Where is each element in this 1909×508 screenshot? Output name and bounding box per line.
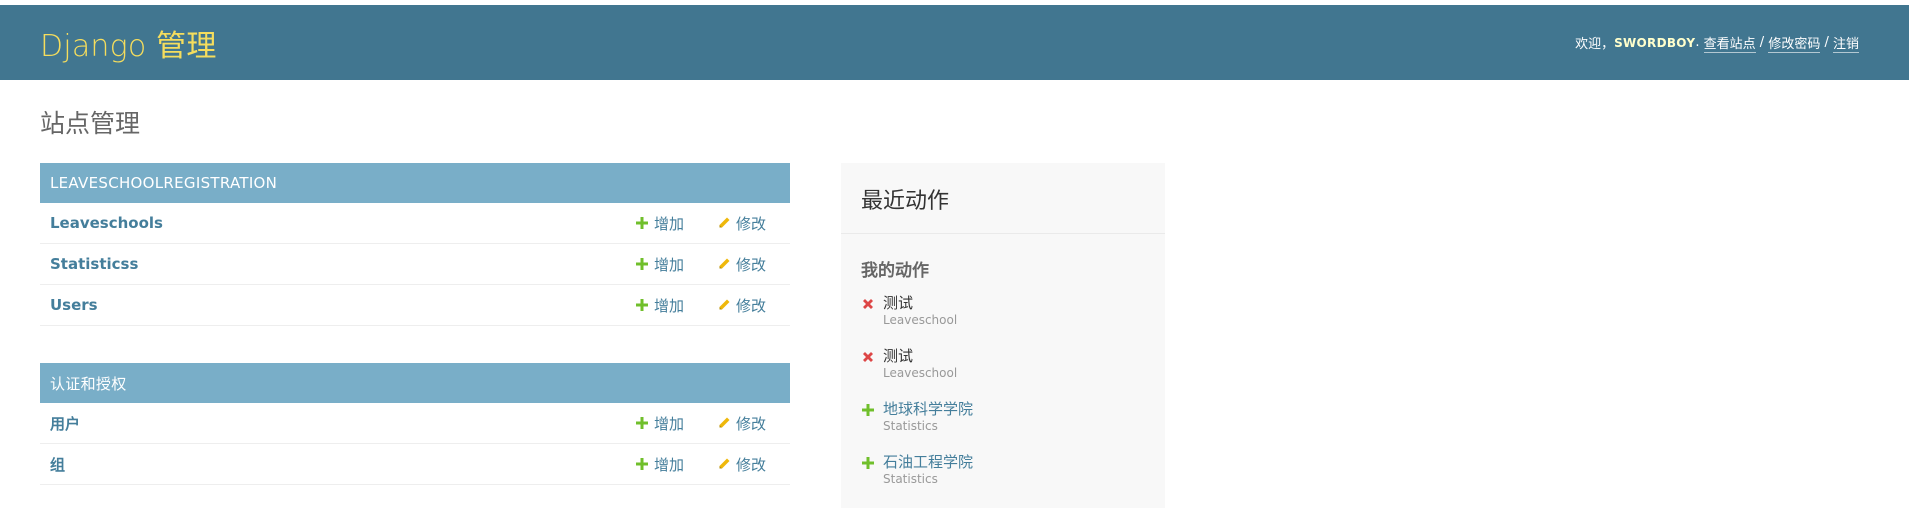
- pencil-icon: [719, 458, 730, 469]
- model-link[interactable]: Statisticss: [50, 255, 138, 273]
- model-row-leaveschools: Leaveschools 增加 修改: [40, 203, 790, 244]
- plus-icon: [862, 457, 874, 469]
- action-content-type: Leaveschool: [883, 366, 958, 380]
- change-password-link[interactable]: 修改密码: [1768, 33, 1821, 53]
- change-link[interactable]: 修改: [717, 295, 766, 316]
- action-entry: 测试: [883, 347, 914, 365]
- recent-actions-title: 最近动作: [841, 163, 1165, 234]
- change-link[interactable]: 修改: [717, 454, 766, 475]
- change-label: 修改: [736, 414, 767, 433]
- change-label: 修改: [736, 214, 767, 233]
- action-entry-link[interactable]: 石油工程学院: [883, 452, 1145, 472]
- add-label: 增加: [654, 455, 685, 474]
- plus-icon: [636, 258, 648, 270]
- action-item: 石油工程学院 Statistics: [861, 452, 1145, 505]
- model-row-users-cn: 用户 增加 修改: [40, 403, 790, 444]
- separator: .: [1695, 35, 1704, 50]
- change-label: 修改: [736, 255, 767, 274]
- logout-link[interactable]: 注销: [1832, 33, 1859, 53]
- model-row-users: Users 增加 修改: [40, 285, 790, 326]
- action-content-type: Statistics: [883, 472, 938, 486]
- action-entry: 测试: [883, 294, 914, 312]
- action-content-type: Leaveschool: [883, 313, 958, 327]
- app-caption[interactable]: 认证和授权: [40, 363, 790, 403]
- add-label: 增加: [654, 296, 685, 315]
- plus-icon: [636, 458, 648, 470]
- change-link[interactable]: 修改: [717, 254, 766, 275]
- my-actions-title: 我的动作: [861, 261, 929, 281]
- actions-list: 测试 Leaveschool 测试 Leaveschool 地球科学学院 Sta…: [841, 281, 1165, 505]
- action-item: 测试 Leaveschool: [861, 346, 1145, 399]
- model-link[interactable]: 组: [50, 454, 65, 475]
- welcome-text: 欢迎，: [1575, 37, 1615, 52]
- change-label: 修改: [736, 296, 767, 315]
- username: SWORDBOY: [1614, 35, 1696, 50]
- plus-icon: [636, 417, 648, 429]
- add-link[interactable]: 增加: [635, 213, 684, 234]
- change-link[interactable]: 修改: [717, 413, 766, 434]
- add-label: 增加: [654, 255, 685, 274]
- page-title: 站点管理: [40, 109, 141, 138]
- x-icon: [863, 352, 873, 362]
- add-label: 增加: [654, 214, 685, 233]
- plus-icon: [636, 299, 648, 311]
- x-icon: [863, 299, 873, 309]
- add-link[interactable]: 增加: [635, 454, 684, 475]
- action-content-type: Statistics: [883, 419, 938, 433]
- action-item: 测试 Leaveschool: [861, 293, 1145, 346]
- model-row-statisticss: Statisticss 增加 修改: [40, 244, 790, 285]
- separator: /: [1820, 35, 1833, 50]
- recent-actions-panel: 最近动作 我的动作 测试 Leaveschool 测试 Leaveschool …: [841, 163, 1165, 508]
- model-link[interactable]: Users: [50, 296, 98, 314]
- pencil-icon: [719, 258, 730, 269]
- model-row-groups-cn: 组 增加 修改: [40, 444, 790, 485]
- view-site-link[interactable]: 查看站点: [1703, 33, 1756, 53]
- pencil-icon: [719, 299, 730, 310]
- add-link[interactable]: 增加: [635, 413, 684, 434]
- change-link[interactable]: 修改: [717, 213, 766, 234]
- pencil-icon: [719, 217, 730, 228]
- plus-icon: [636, 217, 648, 229]
- add-link[interactable]: 增加: [635, 295, 684, 316]
- plus-icon: [862, 404, 874, 416]
- action-entry-link[interactable]: 地球科学学院: [883, 399, 1145, 419]
- pencil-icon: [719, 417, 730, 428]
- change-label: 修改: [736, 455, 767, 474]
- app-caption[interactable]: LEAVESCHOOLREGISTRATION: [40, 163, 790, 203]
- add-link[interactable]: 增加: [635, 254, 684, 275]
- header: Django 管理 欢迎， SWORDBOY . 查看站点 / 修改密码 / 注…: [0, 5, 1909, 80]
- model-link[interactable]: 用户: [50, 413, 80, 434]
- action-item: 地球科学学院 Statistics: [861, 399, 1145, 452]
- separator: /: [1755, 35, 1769, 50]
- model-link[interactable]: Leaveschools: [50, 214, 163, 232]
- app-module-auth: 认证和授权 用户 增加 修改 组 增加 修改: [40, 363, 790, 485]
- app-module-leaveschoolregistration: LEAVESCHOOLREGISTRATION Leaveschools 增加 …: [40, 163, 790, 326]
- site-brand[interactable]: Django 管理: [40, 21, 217, 65]
- user-tools: 欢迎， SWORDBOY . 查看站点 / 修改密码 / 注销: [1575, 33, 1859, 53]
- add-label: 增加: [654, 414, 685, 433]
